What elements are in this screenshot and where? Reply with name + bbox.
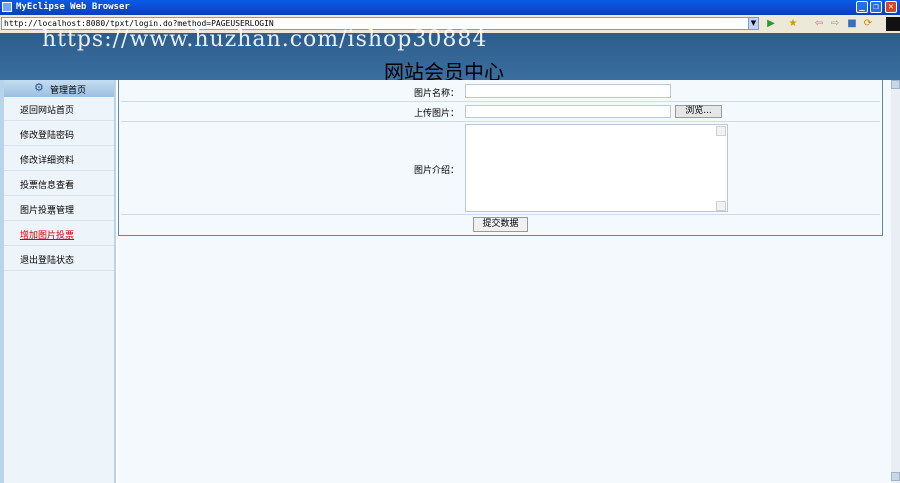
sidebar-item-edit-profile[interactable]: 修改详细资料 (4, 147, 114, 171)
textarea-scroll-down-icon[interactable] (716, 201, 726, 211)
sidebar-item-logout[interactable]: 退出登陆状态 (4, 247, 114, 271)
stop-icon[interactable]: ■ (845, 17, 859, 31)
sidebar-item-image-vote-manage[interactable]: 图片投票管理 (4, 197, 114, 221)
sidebar-item-change-password[interactable]: 修改登陆密码 (4, 122, 114, 146)
submit-button[interactable]: 提交数据 (473, 217, 528, 232)
sidebar-item-label: 修改详细资料 (20, 156, 75, 166)
sidebar-item-home[interactable]: 返回网站首页 (4, 97, 114, 121)
upload-image-label: 上传图片： (413, 109, 459, 119)
sidebar-item-label: 增加图片投票 (20, 231, 75, 241)
upload-file-input[interactable] (465, 105, 671, 118)
sidebar-header-label: 管理首页 (50, 86, 87, 96)
url-dropdown-icon[interactable]: ▼ (748, 17, 759, 30)
upload-form: 图片名称： 上传图片： 浏览... 图片介绍： 提交数据 (118, 80, 883, 236)
sidebar-item-label: 返回网站首页 (20, 106, 75, 116)
scroll-up-icon[interactable] (891, 80, 900, 89)
mouse-cursor-icon: ☝ (49, 205, 56, 218)
back-icon[interactable]: ⇦ (812, 17, 826, 31)
image-intro-label: 图片介绍： (413, 166, 459, 176)
close-button[interactable]: ✕ (885, 1, 897, 13)
image-intro-textarea[interactable] (465, 124, 728, 212)
app-icon (2, 2, 12, 12)
page-scrollbar[interactable] (891, 80, 900, 483)
window-title: MyEclipse Web Browser (16, 2, 130, 12)
refresh-icon[interactable]: ⟳ (861, 17, 875, 31)
scroll-down-icon[interactable] (891, 472, 900, 481)
panel-icon (886, 17, 900, 31)
main-content: 图片名称： 上传图片： 浏览... 图片介绍： 提交数据 (118, 80, 891, 483)
textarea-scroll-up-icon[interactable] (716, 126, 726, 136)
minimize-button[interactable]: _ (856, 1, 868, 13)
sidebar-item-label: 图片投票管理 (20, 206, 75, 216)
row-divider (121, 101, 880, 102)
sidebar-item-label: 修改登陆密码 (20, 131, 75, 141)
maximize-button[interactable]: ❐ (870, 1, 882, 13)
favorites-icon[interactable]: ★ (786, 17, 800, 31)
window-titlebar: MyEclipse Web Browser _ ❐ ✕ (0, 0, 900, 15)
go-icon[interactable]: ▶ (764, 17, 778, 31)
sidebar-item-label: 投票信息查看 (20, 181, 75, 191)
browse-button[interactable]: 浏览... (675, 105, 722, 118)
row-divider (121, 121, 880, 122)
watermark: https://www.huzhan.com/ishop30884 (42, 27, 488, 52)
sidebar: ⚙ 管理首页 返回网站首页 修改登陆密码 修改详细资料 投票信息查看 图片投票管… (0, 80, 116, 483)
sidebar-item-label: 退出登陆状态 (20, 256, 75, 266)
home-icon: ⚙ (34, 81, 44, 94)
image-name-label: 图片名称： (413, 89, 459, 99)
sidebar-menu: ⚙ 管理首页 返回网站首页 修改登陆密码 修改详细资料 投票信息查看 图片投票管… (4, 80, 114, 483)
forward-icon[interactable]: ⇨ (828, 17, 842, 31)
image-name-input[interactable] (465, 84, 671, 98)
sidebar-item-vote-info[interactable]: 投票信息查看 (4, 172, 114, 196)
sidebar-item-add-image-vote[interactable]: 增加图片投票 (4, 222, 114, 246)
sidebar-header[interactable]: ⚙ 管理首页 (4, 80, 114, 97)
row-divider (121, 214, 880, 215)
